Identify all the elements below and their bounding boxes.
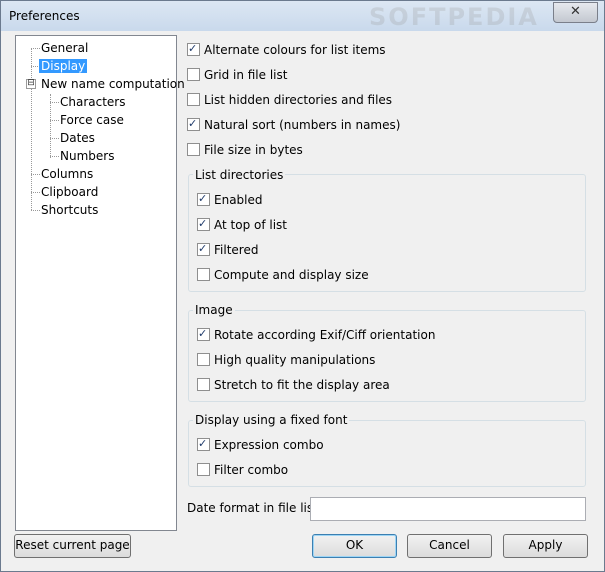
option-list-at-top[interactable]: At top of list [197, 215, 287, 234]
tree-connector [50, 94, 51, 158]
option-rotate[interactable]: Rotate according Exif/Ciff orientation [197, 325, 435, 344]
close-button[interactable]: ✕ [553, 2, 598, 23]
option-expression-combo[interactable]: Expression combo [197, 435, 324, 454]
tree-connector [50, 102, 59, 103]
option-natural-sort[interactable]: Natural sort (numbers in names) [187, 115, 400, 134]
option-high-quality[interactable]: High quality manipulations [197, 351, 375, 369]
title-bar[interactable]: Preferences SOFTPEDIA ✕ [1, 1, 604, 31]
stretch-checkbox[interactable] [197, 378, 210, 391]
close-icon: ✕ [570, 4, 581, 19]
tree-item-dates[interactable]: Dates [60, 130, 95, 146]
option-list-filtered[interactable]: Filtered [197, 240, 258, 259]
client-area: ⊟ General Display New name computation C… [7, 31, 598, 565]
tree-connector [50, 156, 59, 157]
tree-item-new-name-computation[interactable]: New name computation [41, 76, 185, 92]
tree-item-force-case[interactable]: Force case [60, 112, 124, 128]
watermark: SOFTPEDIA [369, 3, 539, 31]
option-file-size-bytes[interactable]: File size in bytes [187, 141, 303, 159]
tree-item-display[interactable]: Display [39, 58, 88, 74]
grid-checkbox[interactable] [187, 68, 200, 81]
list-filtered-checkbox[interactable] [197, 240, 210, 258]
reset-current-page-button[interactable]: Reset current page [14, 534, 131, 558]
window-title: Preferences [9, 9, 80, 23]
tree-connector [31, 174, 40, 175]
high-quality-checkbox[interactable] [197, 353, 210, 366]
preferences-window: Preferences SOFTPEDIA ✕ ⊟ General Displa… [0, 0, 605, 572]
alternate-colours-checkbox[interactable] [187, 40, 200, 58]
expression-combo-checkbox[interactable] [197, 435, 210, 453]
option-list-enabled[interactable]: Enabled [197, 190, 263, 209]
option-hidden[interactable]: List hidden directories and files [187, 91, 392, 109]
natural-sort-checkbox[interactable] [187, 115, 200, 133]
hidden-checkbox[interactable] [187, 93, 200, 106]
list-at-top-checkbox[interactable] [197, 215, 210, 233]
list-directories-group-title: List directories [193, 168, 286, 182]
rotate-checkbox[interactable] [197, 325, 210, 343]
cancel-button[interactable]: Cancel [407, 534, 492, 558]
compute-size-checkbox[interactable] [197, 268, 210, 281]
date-format-input[interactable] [310, 497, 586, 521]
tree-item-columns[interactable]: Columns [41, 166, 93, 182]
apply-button[interactable]: Apply [503, 534, 588, 558]
option-compute-size[interactable]: Compute and display size [197, 266, 369, 284]
tree-item-characters[interactable]: Characters [60, 94, 126, 110]
tree-item-general[interactable]: General [41, 40, 88, 56]
tree-connector [31, 210, 40, 211]
page-tree[interactable]: ⊟ General Display New name computation C… [15, 35, 185, 531]
tree-connector [31, 48, 32, 210]
tree-connector [31, 192, 40, 193]
tree-item-numbers[interactable]: Numbers [60, 148, 114, 164]
tree-connector [50, 120, 59, 121]
date-format-label: Date format in file list [187, 501, 318, 515]
list-enabled-checkbox[interactable] [197, 190, 210, 208]
option-filter-combo[interactable]: Filter combo [197, 461, 288, 479]
fixed-font-group-title: Display using a fixed font [193, 413, 350, 427]
tree-connector [31, 48, 40, 49]
image-group-title: Image [193, 303, 235, 317]
tree-item-clipboard[interactable]: Clipboard [41, 184, 98, 200]
file-size-bytes-checkbox[interactable] [187, 143, 200, 156]
option-stretch[interactable]: Stretch to fit the display area [197, 376, 390, 394]
filter-combo-checkbox[interactable] [197, 463, 210, 476]
option-grid[interactable]: Grid in file list [187, 66, 287, 84]
option-alternate-colours[interactable]: Alternate colours for list items [187, 40, 386, 59]
collapse-icon[interactable]: ⊟ [26, 79, 36, 89]
tree-connector [50, 138, 59, 139]
ok-button[interactable]: OK [312, 534, 397, 558]
tree-item-shortcuts[interactable]: Shortcuts [41, 202, 98, 218]
